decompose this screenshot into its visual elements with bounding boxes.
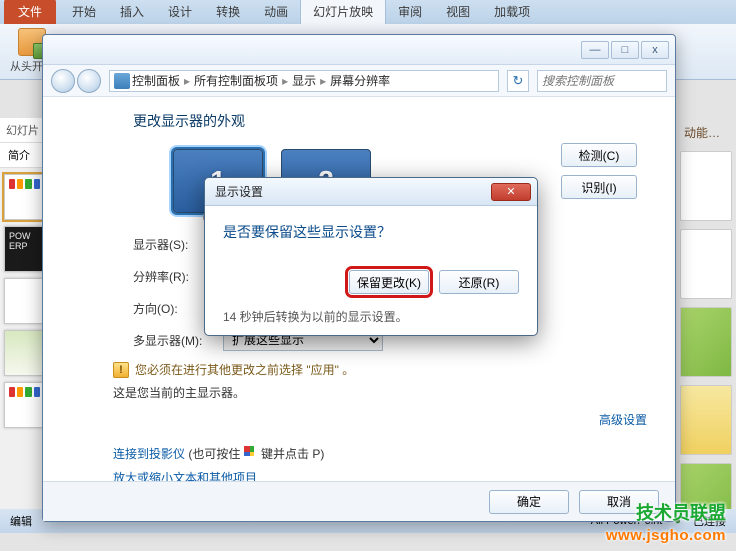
preview-card[interactable] <box>680 229 732 299</box>
tab-insert[interactable]: 插入 <box>108 0 156 24</box>
address-bar-row: 控制面板▸ 所有控制面板项▸ 显示▸ 屏幕分辨率 ↻ <box>43 65 675 97</box>
warning-icon: ! <box>113 362 129 378</box>
tab-addins[interactable]: 加载项 <box>482 0 542 24</box>
revert-timer-text: 14 秒钟后转换为以前的显示设置。 <box>223 308 519 325</box>
nav-back-button[interactable] <box>51 69 75 93</box>
keep-changes-button[interactable]: 保留更改(K) <box>349 270 429 294</box>
display-label: 显示器(S): <box>133 236 213 253</box>
right-preview-strip: 动能… <box>676 118 736 509</box>
projector-link[interactable]: 连接到投影仪 <box>113 447 185 461</box>
right-strip-header: 动能… <box>680 122 732 143</box>
revert-button[interactable]: 还原(R) <box>439 270 519 294</box>
tab-transitions[interactable]: 转换 <box>204 0 252 24</box>
crumb-item[interactable]: 屏幕分辨率 <box>330 72 390 89</box>
crumb-item[interactable]: 显示 <box>292 72 316 89</box>
tab-slideshow[interactable]: 幻灯片放映 <box>300 0 386 24</box>
windows-key-icon <box>244 446 258 460</box>
orientation-label: 方向(O): <box>133 300 213 317</box>
warning-text: 您必须在进行其他更改之前选择 "应用" 。 <box>135 361 354 378</box>
tab-view[interactable]: 视图 <box>434 0 482 24</box>
main-display-note: 这是您当前的主显示器。 <box>113 384 637 401</box>
text-size-link[interactable]: 放大或缩小文本和其他项目 <box>113 471 257 481</box>
control-panel-icon <box>114 73 130 89</box>
dialog-title: 显示设置 <box>215 183 263 200</box>
watermark-line2: www.jsgho.com <box>606 526 726 546</box>
projector-hint-b: 键并点击 P) <box>261 447 324 461</box>
dialog-close-button[interactable]: ✕ <box>491 183 531 201</box>
ribbon-tabs: 文件 开始 插入 设计 转换 动画 幻灯片放映 审阅 视图 加载项 <box>0 0 736 24</box>
advanced-settings-link[interactable]: 高级设置 <box>599 413 647 427</box>
refresh-button[interactable]: ↻ <box>507 70 529 92</box>
maximize-button[interactable]: □ <box>611 41 639 59</box>
apply-warning: ! 您必须在进行其他更改之前选择 "应用" 。 <box>113 361 637 378</box>
ok-button[interactable]: 确定 <box>489 490 569 514</box>
resolution-label: 分辨率(R): <box>133 268 213 285</box>
nav-forward-button[interactable] <box>77 69 101 93</box>
tab-file[interactable]: 文件 <box>4 0 56 24</box>
tab-review[interactable]: 审阅 <box>386 0 434 24</box>
crumb-item[interactable]: 控制面板 <box>132 72 180 89</box>
page-title: 更改显示器的外观 <box>133 111 637 131</box>
close-button[interactable]: x <box>641 41 669 59</box>
panel-footer: 确定 取消 <box>43 481 675 521</box>
breadcrumb[interactable]: 控制面板▸ 所有控制面板项▸ 显示▸ 屏幕分辨率 <box>109 70 499 92</box>
preview-card[interactable] <box>680 151 732 221</box>
status-edit: 编辑 <box>10 513 32 529</box>
minimize-button[interactable]: — <box>581 41 609 59</box>
watermark-line1: 技术员联盟 <box>606 502 726 525</box>
identify-button[interactable]: 识别(I) <box>561 175 637 199</box>
window-titlebar[interactable]: — □ x <box>43 35 675 65</box>
tab-design[interactable]: 设计 <box>156 0 204 24</box>
crumb-item[interactable]: 所有控制面板项 <box>194 72 278 89</box>
search-input[interactable] <box>537 70 667 92</box>
display-settings-dialog: 显示设置 ✕ 是否要保留这些显示设置？ 保留更改(K) 还原(R) 14 秒钟后… <box>204 177 538 336</box>
dialog-titlebar[interactable]: 显示设置 ✕ <box>205 178 537 206</box>
multi-display-label: 多显示器(M): <box>133 332 213 349</box>
preview-card[interactable] <box>680 307 732 377</box>
preview-card[interactable] <box>680 385 732 455</box>
tab-animations[interactable]: 动画 <box>252 0 300 24</box>
watermark: 技术员联盟 www.jsgho.com <box>606 502 726 545</box>
dialog-question: 是否要保留这些显示设置？ <box>223 222 519 242</box>
tab-home[interactable]: 开始 <box>60 0 108 24</box>
projector-hint-a: (也可按住 <box>188 447 240 461</box>
detect-button[interactable]: 检测(C) <box>561 143 637 167</box>
